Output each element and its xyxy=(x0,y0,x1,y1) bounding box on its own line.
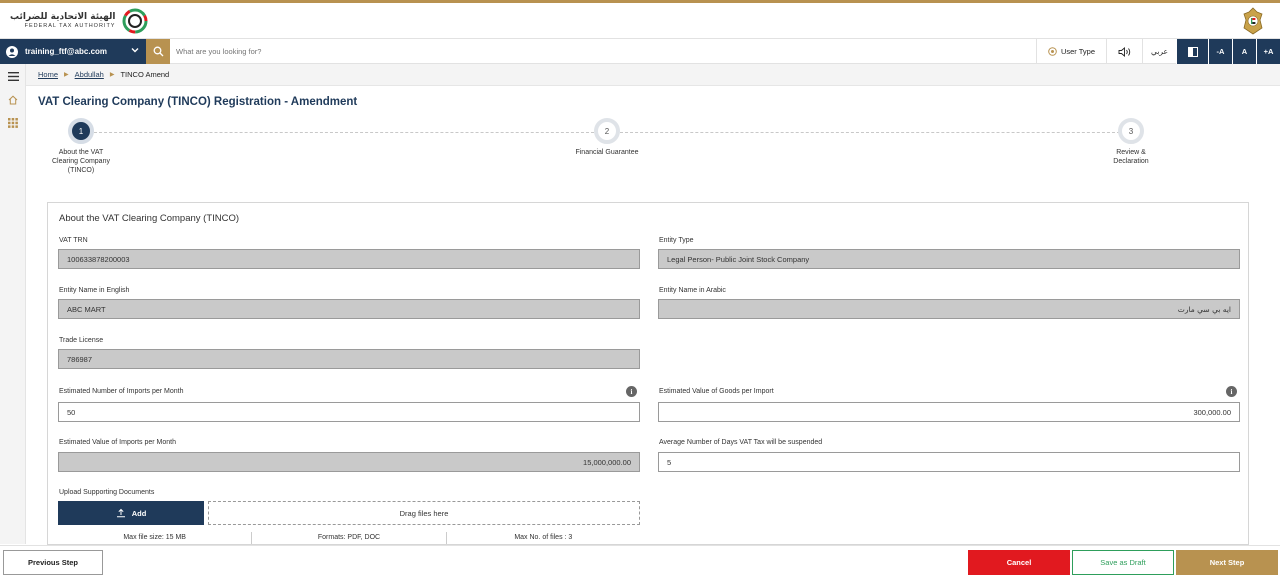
previous-step-button[interactable]: Previous Step xyxy=(3,550,103,575)
search-input[interactable] xyxy=(176,44,696,59)
step-2-circle: 2 xyxy=(594,118,620,144)
value-imports-month-label: Estimated Value of Imports per Month xyxy=(59,439,176,446)
page-title: VAT Clearing Company (TINCO) Registratio… xyxy=(38,96,358,108)
user-account-dropdown[interactable]: training_ftf@abc.com xyxy=(0,39,146,64)
entity-name-ar-label: Entity Name in Arabic xyxy=(659,287,726,294)
text-to-speech-button[interactable] xyxy=(1106,39,1142,64)
grid-icon xyxy=(8,118,18,128)
home-button[interactable] xyxy=(7,94,19,106)
entity-type-label: Entity Type xyxy=(659,237,694,244)
speaker-icon xyxy=(1118,46,1130,57)
step-connector xyxy=(94,132,594,133)
breadcrumb-user[interactable]: Abdullah xyxy=(75,70,104,79)
step-3-circle: 3 xyxy=(1118,118,1144,144)
info-icon[interactable]: i xyxy=(626,386,637,397)
step-3[interactable]: 3 Review & Declaration xyxy=(1086,118,1176,166)
vat-trn-field: 100633878200003 xyxy=(58,249,640,269)
search-icon xyxy=(153,46,163,57)
language-label: عربي xyxy=(1151,47,1168,56)
header: الهيئة الاتحادية للضرائب FEDERAL TAX AUT… xyxy=(0,3,1280,38)
cancel-button[interactable]: Cancel xyxy=(968,550,1070,575)
logo-arabic-text: الهيئة الاتحادية للضرائب xyxy=(10,11,116,22)
step-1[interactable]: 1 About the VAT Clearing Company (TINCO) xyxy=(36,118,126,175)
menu-button[interactable] xyxy=(7,70,19,82)
user-type-icon xyxy=(1048,47,1057,56)
value-per-import-input[interactable]: 300,000.00 xyxy=(658,402,1240,422)
home-icon xyxy=(8,95,18,105)
allowed-formats: Formats: PDF, DOC xyxy=(252,532,447,544)
max-files: Max No. of files : 3 xyxy=(514,534,573,541)
user-email: training_ftf@abc.com xyxy=(25,47,108,56)
trade-license-label: Trade License xyxy=(59,337,104,344)
step-1-label: About the VAT Clearing Company (TINCO) xyxy=(52,149,110,175)
vat-trn-label: VAT TRN xyxy=(59,237,88,244)
next-step-button[interactable]: Next Step xyxy=(1176,550,1278,575)
breadcrumb-home[interactable]: Home xyxy=(38,70,58,79)
section-title: About the VAT Clearing Company (TINCO) xyxy=(59,213,240,224)
add-label: Add xyxy=(131,508,147,518)
user-icon xyxy=(6,45,18,58)
save-draft-button[interactable]: Save as Draft xyxy=(1072,550,1174,575)
fta-logo-icon xyxy=(122,8,148,34)
search-button[interactable] xyxy=(146,39,170,64)
sidebar xyxy=(0,64,26,544)
step-2[interactable]: 2 Financial Guarantee xyxy=(562,118,652,157)
footer-actions: Previous Step Cancel Save as Draft Next … xyxy=(0,545,1280,578)
tinco-details-card: About the VAT Clearing Company (TINCO) V… xyxy=(47,202,1249,545)
logo-english-text: FEDERAL TAX AUTHORITY xyxy=(24,22,116,29)
uae-emblem-icon xyxy=(1243,7,1263,35)
upload-label: Upload Supporting Documents xyxy=(59,489,155,496)
drop-label: Drag files here xyxy=(399,508,449,518)
upload-icon xyxy=(116,508,125,518)
font-increase-button[interactable]: +A xyxy=(1256,39,1280,64)
add-document-button[interactable]: Add xyxy=(58,501,204,525)
breadcrumb: Home ▶ Abdullah ▶ TINCO Amend xyxy=(26,64,1280,86)
trade-license-field: 786987 xyxy=(58,349,640,369)
file-drop-zone[interactable]: Drag files here xyxy=(208,501,640,525)
entity-name-ar-field: ايه بي سي مارت xyxy=(658,299,1240,319)
fta-logo[interactable]: الهيئة الاتحادية للضرائب FEDERAL TAX AUT… xyxy=(10,7,149,35)
font-decrease-button[interactable]: -A xyxy=(1208,39,1232,64)
contrast-icon xyxy=(1187,46,1198,57)
upload-constraints: Max file size: 15 MB Formats: PDF, DOC M… xyxy=(58,532,640,544)
user-type-button[interactable]: User Type xyxy=(1036,39,1106,64)
entity-name-en-field: ABC MART xyxy=(58,299,640,319)
navbar: training_ftf@abc.com User Type عرب xyxy=(0,38,1280,64)
contrast-toggle[interactable] xyxy=(1176,39,1208,64)
avg-days-suspended-label: Average Number of Days VAT Tax will be s… xyxy=(659,439,823,446)
value-per-import-label: Estimated Value of Goods per Import xyxy=(659,388,774,395)
apps-button[interactable] xyxy=(7,117,19,129)
nav-tools: User Type عربي -A A +A xyxy=(1036,39,1280,64)
imports-per-month-input[interactable]: 50 xyxy=(58,402,640,422)
avg-days-suspended-input[interactable]: 5 xyxy=(658,452,1240,472)
max-file-size: Max file size: 15 MB xyxy=(58,532,253,544)
info-icon[interactable]: i xyxy=(1226,386,1237,397)
breadcrumb-arrow-icon: ▶ xyxy=(109,72,115,78)
breadcrumb-current: TINCO Amend xyxy=(120,70,170,79)
progress-stepper: 1 About the VAT Clearing Company (TINCO)… xyxy=(38,118,1158,180)
value-imports-month-field: 15,000,000.00 xyxy=(58,452,640,472)
language-toggle[interactable]: عربي xyxy=(1142,39,1176,64)
imports-per-month-label: Estimated Number of Imports per Month xyxy=(59,388,184,395)
step-1-circle: 1 xyxy=(68,118,94,144)
chevron-down-icon xyxy=(131,48,139,53)
breadcrumb-arrow-icon: ▶ xyxy=(64,72,69,78)
entity-type-field: Legal Person- Public Joint Stock Company xyxy=(658,249,1240,269)
step-2-label: Financial Guarantee xyxy=(575,149,639,156)
hamburger-menu-icon xyxy=(7,71,19,81)
entity-name-en-label: Entity Name in English xyxy=(59,287,130,294)
step-connector xyxy=(620,132,1120,133)
step-3-label: Review & Declaration xyxy=(1113,149,1149,166)
font-normal-button[interactable]: A xyxy=(1232,39,1256,64)
user-type-label: User Type xyxy=(1060,47,1096,56)
